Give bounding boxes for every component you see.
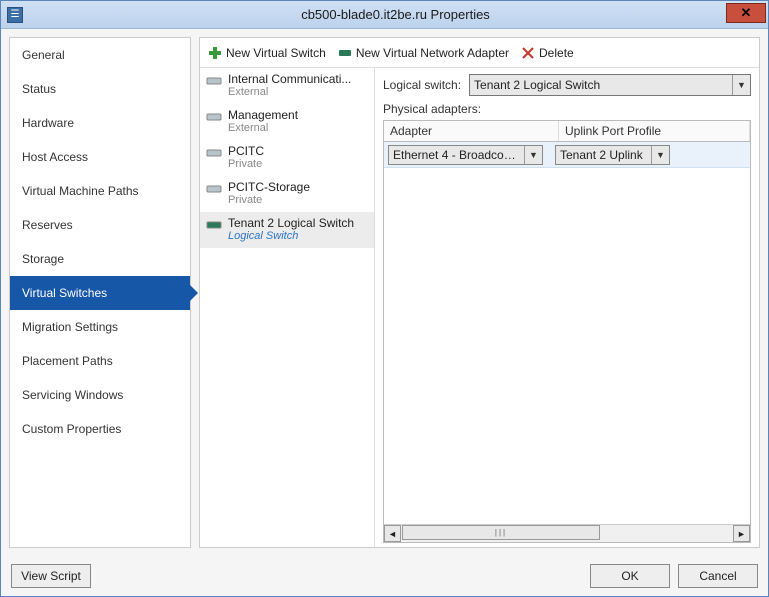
nic-icon xyxy=(206,147,222,159)
table-row[interactable]: Ethernet 4 - Broadcom Ne ▼ Tenant 2 Upli… xyxy=(384,142,750,168)
chevron-down-icon: ▼ xyxy=(524,146,542,164)
properties-window: ☰ cb500-blade0.it2be.ru Properties ✕ Gen… xyxy=(0,0,769,597)
chevron-down-icon: ▼ xyxy=(732,75,750,95)
scroll-thumb[interactable]: ||| xyxy=(402,525,600,540)
new-virtual-adapter-button[interactable]: New Virtual Network Adapter xyxy=(338,46,509,60)
switch-name: Management xyxy=(228,108,368,122)
switch-name: PCITC xyxy=(228,144,368,158)
chevron-down-icon: ▼ xyxy=(651,146,669,164)
sidebar-item-custom-properties[interactable]: Custom Properties xyxy=(10,412,190,446)
col-adapter[interactable]: Adapter xyxy=(384,121,559,141)
table-header: Adapter Uplink Port Profile xyxy=(383,120,751,142)
sidebar-item-host-access[interactable]: Host Access xyxy=(10,140,190,174)
nic-icon xyxy=(206,111,222,123)
delete-button[interactable]: Delete xyxy=(521,46,574,60)
physical-adapters-label: Physical adapters: xyxy=(383,102,751,116)
content-split: Internal Communicati...ExternalManagemen… xyxy=(200,68,759,547)
logical-switch-value: Tenant 2 Logical Switch xyxy=(474,78,600,92)
nic-icon xyxy=(206,219,222,231)
plus-icon xyxy=(208,46,222,60)
switch-name: Internal Communicati... xyxy=(228,72,368,86)
sidebar-item-placement-paths[interactable]: Placement Paths xyxy=(10,344,190,378)
sidebar-item-reserves[interactable]: Reserves xyxy=(10,208,190,242)
physical-adapters-table: Adapter Uplink Port Profile Ethernet 4 -… xyxy=(383,120,751,543)
table-body: Ethernet 4 - Broadcom Ne ▼ Tenant 2 Upli… xyxy=(383,142,751,543)
switch-item[interactable]: ManagementExternal xyxy=(200,104,374,140)
view-script-button[interactable]: View Script xyxy=(11,564,91,588)
sidebar-item-general[interactable]: General xyxy=(10,38,190,72)
switch-type: Private xyxy=(228,158,368,170)
main-panel: New Virtual Switch New Virtual Network A… xyxy=(199,37,760,548)
switch-type: Private xyxy=(228,194,368,206)
adapter-icon xyxy=(338,46,352,60)
switch-item[interactable]: Internal Communicati...External xyxy=(200,68,374,104)
toolbar: New Virtual Switch New Virtual Network A… xyxy=(200,38,759,68)
sidebar-item-storage[interactable]: Storage xyxy=(10,242,190,276)
switch-item[interactable]: PCITCPrivate xyxy=(200,140,374,176)
titlebar: ☰ cb500-blade0.it2be.ru Properties ✕ xyxy=(1,1,768,29)
new-virtual-switch-button[interactable]: New Virtual Switch xyxy=(208,46,326,60)
logical-switch-dropdown[interactable]: Tenant 2 Logical Switch ▼ xyxy=(469,74,751,96)
uplink-value: Tenant 2 Uplink xyxy=(560,148,661,162)
switch-item[interactable]: Tenant 2 Logical SwitchLogical Switch xyxy=(200,212,374,248)
switch-item[interactable]: PCITC-StoragePrivate xyxy=(200,176,374,212)
sidebar-item-virtual-machine-paths[interactable]: Virtual Machine Paths xyxy=(10,174,190,208)
nic-icon xyxy=(206,75,222,87)
logical-switch-label: Logical switch: xyxy=(383,78,461,92)
sidebar-item-status[interactable]: Status xyxy=(10,72,190,106)
delete-label: Delete xyxy=(539,46,574,60)
sidebar-item-virtual-switches[interactable]: Virtual Switches xyxy=(10,276,190,310)
cancel-button[interactable]: Cancel xyxy=(678,564,758,588)
switch-list: Internal Communicati...ExternalManagemen… xyxy=(200,68,375,547)
sidebar-item-servicing-windows[interactable]: Servicing Windows xyxy=(10,378,190,412)
col-uplink[interactable]: Uplink Port Profile xyxy=(559,121,750,141)
window-title: cb500-blade0.it2be.ru Properties xyxy=(23,7,768,22)
sidebar: GeneralStatusHardwareHost AccessVirtual … xyxy=(9,37,191,548)
adapter-value: Ethernet 4 - Broadcom Ne xyxy=(393,148,538,162)
uplink-dropdown[interactable]: Tenant 2 Uplink ▼ xyxy=(555,145,670,165)
scroll-track[interactable]: ||| xyxy=(402,525,732,542)
ok-button[interactable]: OK xyxy=(590,564,670,588)
switch-type: External xyxy=(228,86,368,98)
new-adapter-label: New Virtual Network Adapter xyxy=(356,46,509,60)
switch-name: PCITC-Storage xyxy=(228,180,368,194)
nic-icon xyxy=(206,183,222,195)
window-body: GeneralStatusHardwareHost AccessVirtual … xyxy=(1,29,768,556)
horizontal-scrollbar[interactable]: ◄ ||| ► xyxy=(384,524,750,542)
switch-type: External xyxy=(228,122,368,134)
switch-name: Tenant 2 Logical Switch xyxy=(228,216,368,230)
window-icon: ☰ xyxy=(7,7,23,23)
footer: View Script OK Cancel xyxy=(1,556,768,596)
new-switch-label: New Virtual Switch xyxy=(226,46,326,60)
scroll-left-button[interactable]: ◄ xyxy=(384,525,401,542)
adapter-dropdown[interactable]: Ethernet 4 - Broadcom Ne ▼ xyxy=(388,145,543,165)
switch-details-pane: Logical switch: Tenant 2 Logical Switch … xyxy=(375,68,759,547)
close-button[interactable]: ✕ xyxy=(726,3,766,23)
delete-icon xyxy=(521,46,535,60)
scroll-right-button[interactable]: ► xyxy=(733,525,750,542)
sidebar-item-hardware[interactable]: Hardware xyxy=(10,106,190,140)
switch-type: Logical Switch xyxy=(228,230,368,242)
sidebar-item-migration-settings[interactable]: Migration Settings xyxy=(10,310,190,344)
logical-switch-row: Logical switch: Tenant 2 Logical Switch … xyxy=(383,74,751,96)
